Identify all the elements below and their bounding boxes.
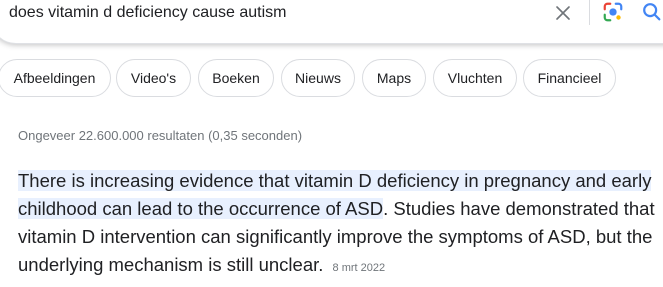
search-icon xyxy=(643,3,661,21)
chip-videos[interactable]: Video's xyxy=(116,59,191,97)
chip-financieel[interactable]: Financieel xyxy=(523,59,616,97)
search-filter-chips: Afbeeldingen Video's Boeken Nieuws Maps … xyxy=(0,59,663,99)
search-bar-divider xyxy=(589,0,590,25)
result-stats: Ongeveer 22.600.000 resultaten (0,35 sec… xyxy=(18,128,303,143)
featured-snippet: There is increasing evidence that vitami… xyxy=(18,167,663,282)
chip-maps[interactable]: Maps xyxy=(362,59,426,97)
chip-afbeeldingen[interactable]: Afbeeldingen xyxy=(0,59,111,97)
google-lens-button[interactable] xyxy=(600,0,626,25)
search-input[interactable] xyxy=(9,1,529,25)
chip-nieuws[interactable]: Nieuws xyxy=(281,59,355,97)
chip-boeken[interactable]: Boeken xyxy=(198,59,274,97)
snippet-date: 8 mrt 2022 xyxy=(332,262,386,274)
search-button[interactable] xyxy=(639,0,663,25)
chip-vluchten[interactable]: Vluchten xyxy=(433,59,517,97)
close-icon xyxy=(556,6,570,20)
search-results-page: Afbeeldingen Video's Boeken Nieuws Maps … xyxy=(0,0,663,287)
search-bar xyxy=(0,0,663,44)
google-lens-icon xyxy=(603,2,623,22)
clear-search-button[interactable] xyxy=(549,0,577,27)
